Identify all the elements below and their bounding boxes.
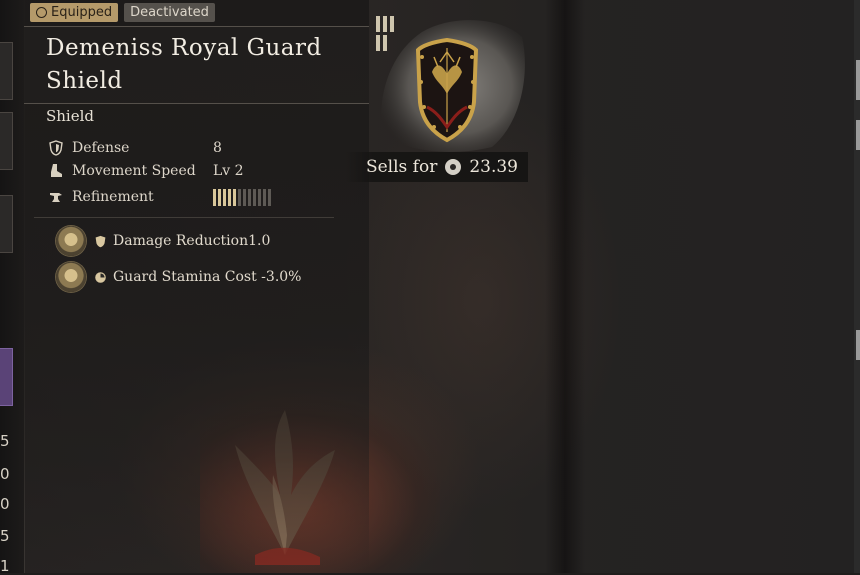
sell-label: Sells for	[365, 157, 438, 177]
equipped-icon	[36, 7, 47, 18]
anvil-icon	[50, 193, 62, 202]
perk-medal-icon	[56, 262, 86, 292]
shield-icon	[49, 140, 63, 156]
inventory-sidebar: 5 0 0 5 1	[0, 0, 25, 575]
equipped-label: Equipped	[51, 5, 113, 20]
sidebar-number: 1	[0, 557, 10, 575]
item-title-box: Demeniss Royal Guard Shield	[24, 26, 369, 104]
divider	[34, 217, 334, 218]
pillar-shadow	[545, 0, 585, 573]
refinement-segment	[248, 188, 251, 206]
refinement-segment	[213, 188, 216, 206]
sidebar-slot[interactable]	[0, 42, 13, 100]
sidebar-number: 5	[0, 527, 10, 545]
deactivated-badge: Deactivated	[124, 3, 215, 22]
status-tags: Equipped Deactivated	[30, 3, 215, 22]
coin-icon	[445, 159, 462, 175]
stat-value: Lv 2	[213, 163, 244, 179]
refinement-segment	[258, 188, 261, 206]
perk-damage-reduction: Damage Reduction1.0	[56, 226, 270, 256]
deactivated-label: Deactivated	[130, 5, 209, 20]
stat-refinement: Refinement	[48, 186, 271, 208]
refinement-segment	[263, 188, 266, 206]
perk-medal-icon	[56, 226, 86, 256]
stat-defense: Defense 8	[48, 137, 222, 159]
refinement-bar	[213, 188, 271, 206]
stat-value: 8	[213, 140, 222, 156]
perk-text: Guard Stamina Cost -3.0%	[113, 269, 302, 285]
sidebar-number: 0	[0, 495, 10, 513]
right-scrollbar[interactable]	[854, 0, 860, 573]
refinement-segment	[233, 188, 236, 206]
refinement-segment	[218, 188, 221, 206]
refinement-segment	[223, 188, 226, 206]
stat-label: Defense	[72, 140, 130, 156]
stamina-icon	[95, 271, 106, 283]
refinement-segment	[253, 188, 256, 206]
sidebar-number: 0	[0, 465, 10, 483]
stat-movement-speed: Movement Speed Lv 2	[48, 160, 244, 182]
item-type: Shield	[46, 107, 95, 125]
refinement-segment	[268, 188, 271, 206]
stat-label: Movement Speed	[72, 163, 196, 179]
equipped-badge: Equipped	[30, 3, 119, 22]
shield-small-icon	[95, 235, 106, 247]
perk-text: Damage Reduction1.0	[113, 233, 271, 249]
item-preview-image	[381, 20, 525, 153]
item-name: Demeniss Royal Guard Shield	[46, 35, 322, 94]
sidebar-number: 5	[0, 432, 10, 450]
durability-marks	[376, 16, 394, 51]
sidebar-slot[interactable]	[0, 112, 13, 170]
sell-price-bar: Sells for 23.39	[345, 152, 528, 182]
refinement-segment	[238, 188, 241, 206]
boot-icon	[51, 164, 62, 177]
sidebar-slot-selected[interactable]	[0, 348, 13, 406]
refinement-segment	[228, 188, 231, 206]
stat-label: Refinement	[72, 189, 154, 205]
sidebar-slot[interactable]	[0, 195, 13, 253]
sell-value: 23.39	[469, 157, 518, 177]
perk-guard-stamina: Guard Stamina Cost -3.0%	[56, 262, 301, 292]
refinement-segment	[243, 188, 246, 206]
